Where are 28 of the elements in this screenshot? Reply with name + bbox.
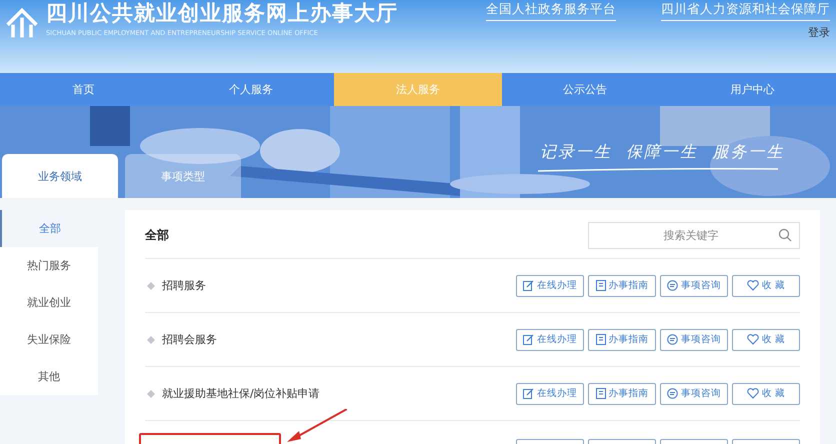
sidebar-item[interactable]: 全部	[0, 210, 98, 247]
category-tab[interactable]: 业务领域	[2, 154, 118, 198]
header-link[interactable]: 全国人社政务服务平台	[486, 1, 616, 21]
nav-tab[interactable]: 首页	[0, 73, 168, 106]
action-button[interactable]: 在线办理	[516, 274, 584, 296]
service-link[interactable]: 招聘会服务	[162, 332, 217, 347]
service-link[interactable]: 招聘服务	[162, 278, 206, 293]
banner-slogan: 记录一生 保障一生 服务一生	[540, 142, 784, 163]
nav-tab[interactable]: 个人服务	[167, 73, 334, 106]
section-heading: 全部	[145, 226, 169, 244]
site-title: 四川公共就业创业服务网上办事大厅	[46, 1, 398, 25]
search-field[interactable]: 搜索关键字	[588, 222, 800, 248]
service-link[interactable]: 就业援助基地社保/岗位补贴申请	[162, 386, 320, 401]
action-button[interactable]: 事项咨询	[660, 382, 728, 404]
action-button[interactable]: 办事指南	[588, 382, 656, 404]
login-link[interactable]: 登录	[808, 25, 830, 40]
action-button[interactable]: 办事指南	[588, 328, 656, 350]
action-button[interactable]: 办事指南	[588, 274, 656, 296]
nav-tab[interactable]: 用户中心	[668, 73, 836, 106]
action-button[interactable]: 收 藏	[732, 274, 800, 296]
action-button[interactable]: 在线办理	[516, 382, 584, 404]
action-button[interactable]: 事项咨询	[660, 274, 728, 296]
action-button[interactable]: 收 藏	[732, 382, 800, 404]
action-button[interactable]: 事项咨询	[660, 328, 728, 350]
action-button[interactable]: 在线办理	[516, 328, 584, 350]
header-link[interactable]: 四川省人力资源和社会保障厅	[661, 1, 830, 21]
action-button[interactable]: 收 藏	[732, 328, 800, 350]
nav-tab[interactable]: 公示公告	[502, 73, 669, 106]
